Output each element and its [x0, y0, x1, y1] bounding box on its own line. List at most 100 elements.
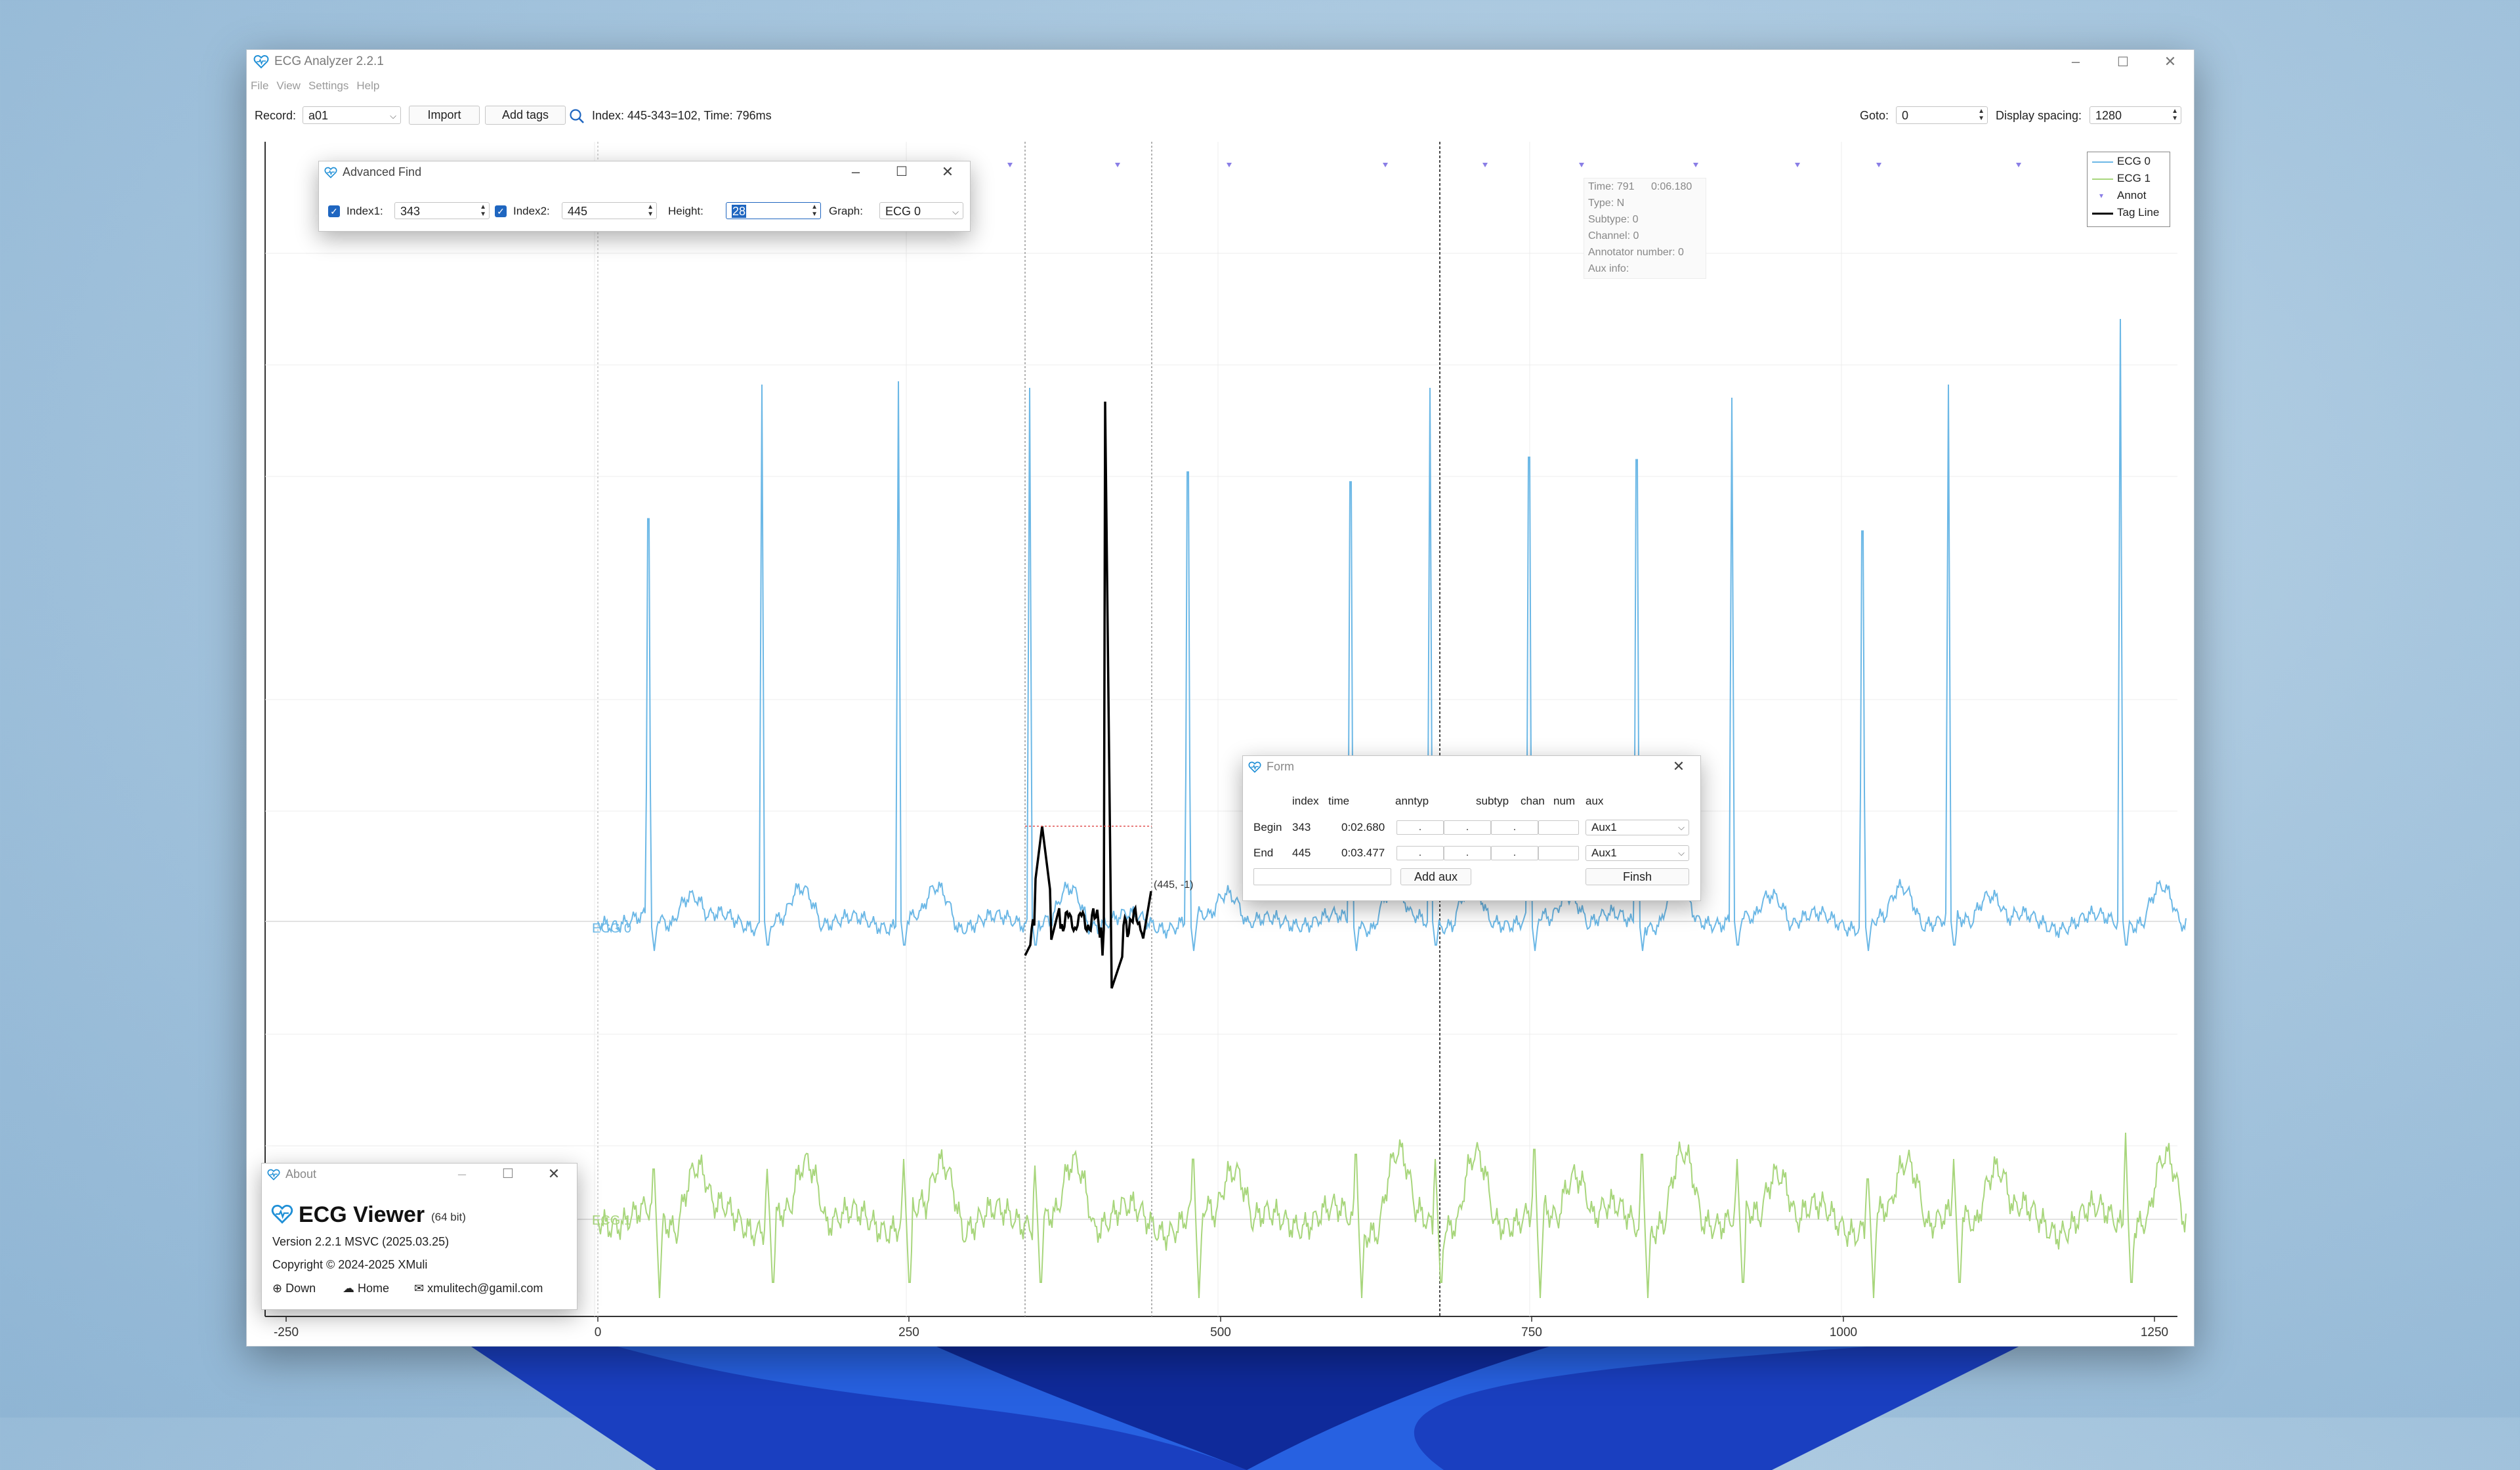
minimize-icon[interactable]: – [440, 1164, 484, 1185]
chan-input[interactable]: . [1491, 846, 1538, 860]
index2-spinbox[interactable]: 445 ▲ ▼ [562, 202, 657, 219]
legend-swatch [2092, 213, 2113, 215]
tooltip-type: Type: N [1588, 198, 1625, 209]
legend-item-annot: ▾ Annot [2088, 188, 2170, 203]
spin-arrows-icon[interactable]: ▲ ▼ [480, 203, 486, 218]
about-link-home[interactable]: ☁ Home [343, 1280, 389, 1296]
spin-arrows-icon[interactable]: ▲ ▼ [647, 203, 654, 218]
graph-label: Graph: [829, 205, 863, 217]
header-chan: chan [1521, 795, 1545, 807]
home-cloud-icon: ☁ [343, 1282, 354, 1295]
index2-label: Index2: [513, 205, 550, 217]
anntyp-input[interactable]: . [1396, 820, 1444, 835]
x-tick-label: 750 [1521, 1326, 1542, 1339]
tooltip-subtype: Subtype: 0 [1588, 214, 1639, 225]
dialog-title: About [285, 1167, 317, 1181]
main-window: ECG Analyzer 2.2.1 – ☐ ✕ File View Setti… [246, 49, 2194, 1347]
close-icon[interactable]: ✕ [926, 161, 969, 182]
graph-value: ECG 0 [885, 205, 921, 218]
index1-checkbox[interactable]: ✓ [328, 205, 340, 217]
legend-swatch [2092, 161, 2113, 163]
index1-label: Index1: [346, 205, 383, 217]
annotation-marker-icon [1115, 163, 1120, 167]
x-tick-label: 1250 [2141, 1326, 2168, 1339]
finish-button[interactable]: Finsh [1586, 868, 1689, 885]
height-spinbox[interactable]: 28 ▲ ▼ [726, 202, 821, 219]
tooltip-channel: Channel: 0 [1588, 230, 1639, 242]
close-icon[interactable]: ✕ [532, 1164, 576, 1185]
tooltip-annotator: Annotator number: 0 [1588, 247, 1684, 258]
index2-value: 445 [568, 205, 588, 218]
annotation-marker-icon [1383, 163, 1388, 167]
x-tick-label: 0 [595, 1326, 602, 1339]
plot-legend: ECG 0 ECG 1 ▾ Annot Tag Line [2087, 152, 2170, 227]
point-coordinate-label: (445, -1) [1154, 879, 1193, 891]
x-tick-label: -250 [274, 1326, 299, 1339]
legend-swatch [2092, 178, 2113, 180]
maximize-icon[interactable]: ☐ [880, 161, 923, 182]
annotation-marker-icon [1007, 163, 1013, 167]
anntyp-input[interactable]: . [1396, 846, 1444, 860]
about-app-name: ECG Viewer [299, 1202, 425, 1227]
chevron-down-icon: ⌵ [1678, 848, 1685, 858]
num-input[interactable] [1538, 846, 1579, 860]
about-copyright: Copyright © 2024-2025 XMuli [272, 1258, 428, 1271]
about-version: Version 2.2.1 MSVC (2025.03.25) [272, 1235, 450, 1248]
annotation-marker-icon [1693, 163, 1698, 167]
cell-index: 343 [1292, 821, 1311, 833]
legend-label: Annot [2117, 189, 2147, 201]
graph-select[interactable]: ECG 0 ⌵ [879, 202, 963, 219]
link-label: xmulitech@gamil.com [427, 1282, 543, 1295]
advanced-find-dialog: Advanced Find – ☐ ✕ ✓ Index1: 343 ▲ ▼ ✓ I… [318, 161, 971, 232]
index1-value: 343 [400, 205, 421, 218]
mail-icon: ✉ [414, 1282, 425, 1295]
app-heart-logo-icon [271, 1204, 293, 1224]
ecg-plot[interactable]: ECG 0 ECG 1 (445, -1) -250 0 250 500 750… [247, 50, 2194, 1346]
channel-label-ecg0: ECG 0 [592, 921, 631, 936]
tooltip-aux: Aux info: [1588, 263, 1629, 274]
header-subtyp: subtyp [1476, 795, 1509, 807]
annotation-tooltip: Time: 791 0:06.180 Type: N Subtype: 0 Ch… [1584, 178, 1706, 279]
channel-label-ecg1: ECG 1 [592, 1213, 631, 1228]
annotation-marker-icon [1795, 163, 1800, 167]
app-heart-logo-icon [1248, 761, 1261, 773]
spin-arrows-icon[interactable]: ▲ ▼ [811, 203, 818, 218]
x-tick-label: 500 [1210, 1326, 1231, 1339]
tag-line-segment [1024, 401, 1152, 989]
aux-name-input[interactable] [1253, 868, 1391, 885]
tooltip-time-value: 0:06.180 [1651, 181, 1692, 192]
annotation-marker-icon [1482, 163, 1488, 167]
subtyp-input[interactable]: . [1444, 846, 1491, 860]
header-aux: aux [1586, 795, 1604, 807]
cell-index: 445 [1292, 847, 1311, 859]
tooltip-time: Time: 791 [1588, 181, 1635, 192]
about-link-down[interactable]: ⊕ Down [272, 1280, 316, 1296]
about-bits: (64 bit) [431, 1211, 466, 1223]
form-dialog: Form ✕ index time anntyp subtyp chan num… [1242, 755, 1701, 901]
ecg1-trace [597, 1132, 2187, 1299]
wallpaper-bloom [459, 1339, 2034, 1470]
x-tick-label: 250 [898, 1326, 919, 1339]
aux-select[interactable]: Aux1 ⌵ [1586, 820, 1689, 835]
annotation-marker-icon [1579, 163, 1584, 167]
maximize-icon[interactable]: ☐ [486, 1164, 530, 1185]
minimize-icon[interactable]: – [834, 161, 877, 182]
row-label-begin: Begin [1253, 821, 1282, 833]
aux-value: Aux1 [1591, 847, 1617, 859]
chan-input[interactable]: . [1491, 820, 1538, 835]
grid [265, 142, 2177, 1316]
header-num: num [1553, 795, 1576, 807]
index1-spinbox[interactable]: 343 ▲ ▼ [394, 202, 490, 219]
height-label: Height: [668, 205, 704, 217]
legend-item-ecg1: ECG 1 [2088, 171, 2170, 186]
about-link-email[interactable]: ✉ xmulitech@gamil.com [414, 1280, 543, 1296]
legend-item-tag-line: Tag Line [2088, 205, 2170, 220]
add-aux-button[interactable]: Add aux [1400, 868, 1471, 885]
legend-label: ECG 1 [2117, 172, 2151, 184]
aux-select[interactable]: Aux1 ⌵ [1586, 845, 1689, 861]
subtyp-input[interactable]: . [1444, 820, 1491, 835]
close-icon[interactable]: ✕ [1657, 756, 1700, 777]
index2-checkbox[interactable]: ✓ [495, 205, 507, 217]
chevron-down-icon: ⌵ [952, 207, 959, 217]
num-input[interactable] [1538, 820, 1579, 835]
